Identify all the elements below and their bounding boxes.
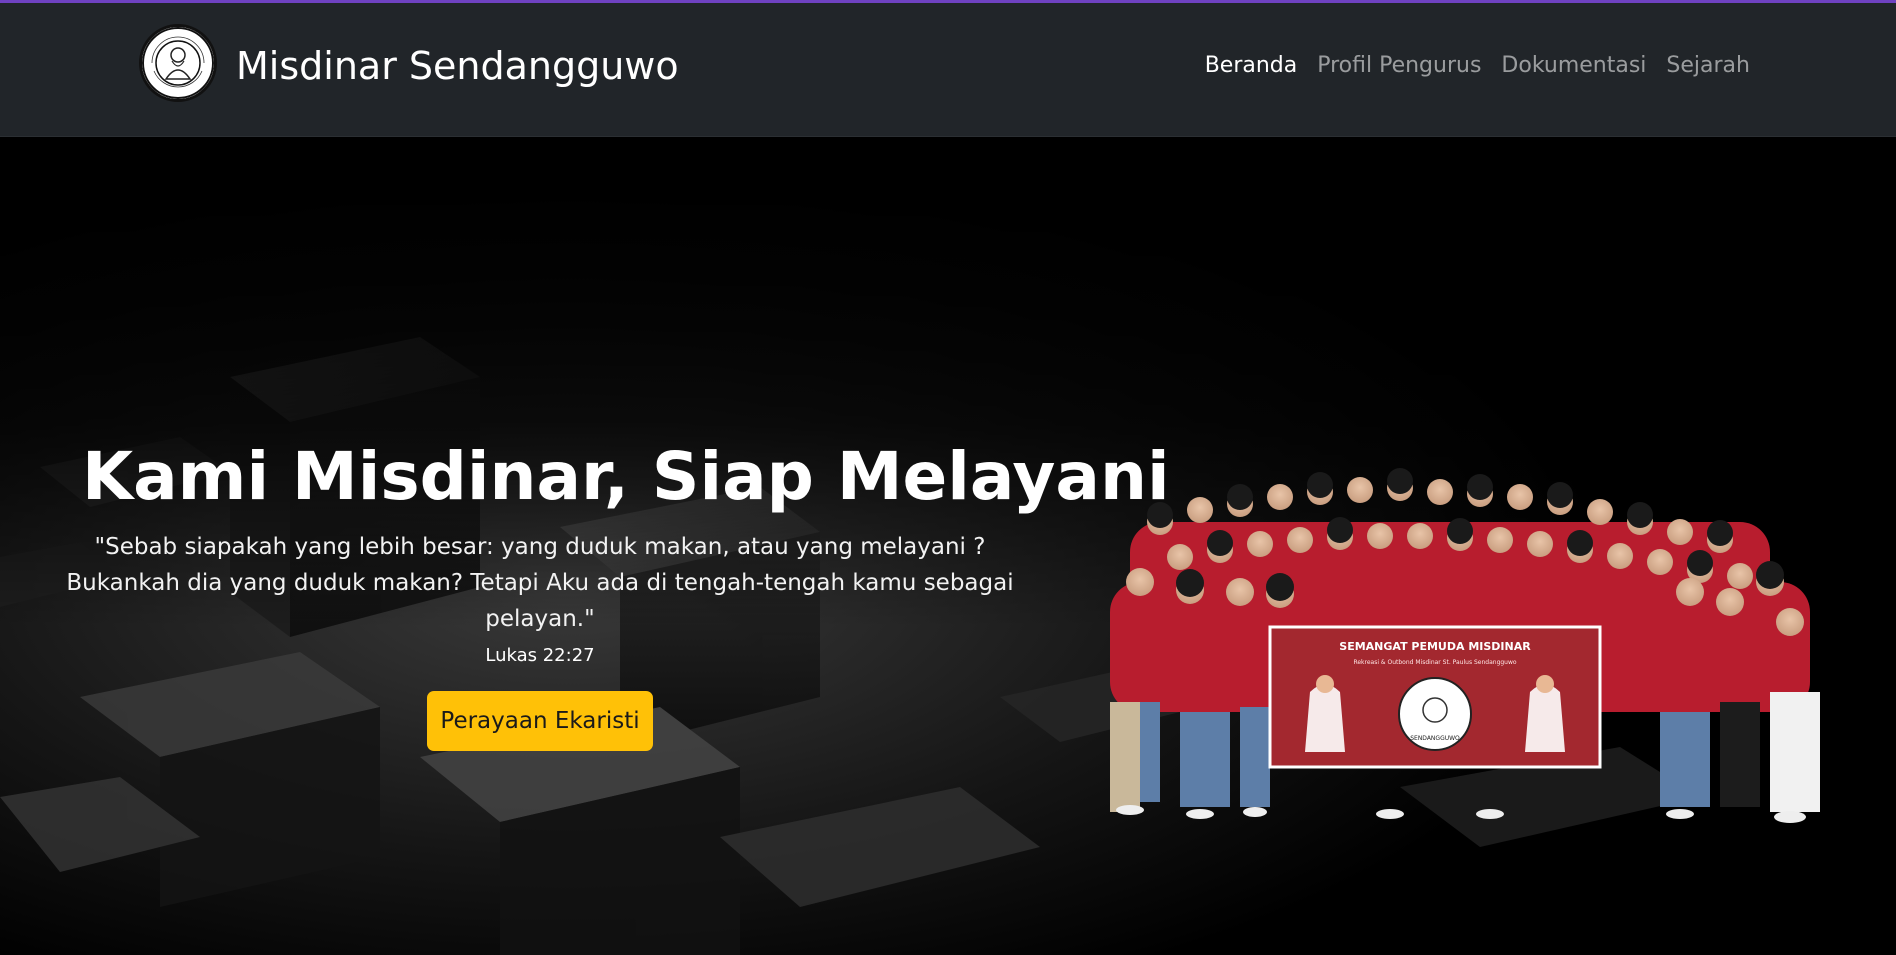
hero-quote-line-1: "Sebab siapakah yang lebih besar: yang d… <box>94 534 986 560</box>
perayaan-ekaristi-button[interactable]: Perayaan Ekaristi <box>427 691 653 751</box>
hero-reference: Lukas 22:27 <box>485 645 595 666</box>
banner-logo-text: SENDANGGUWO <box>1410 735 1460 742</box>
hero-quote: "Sebab siapakah yang lebih besar: yang d… <box>60 529 1020 637</box>
saint-logo-icon <box>142 27 214 99</box>
nav-links: Beranda Profil Pengurus Dokumentasi Seja… <box>1205 51 1750 81</box>
banner-subtitle: Rekreasi & Outbond Misdinar St. Paulus S… <box>1353 659 1516 666</box>
hero-quote-line-2: Bukankah dia yang duduk makan? Tetapi Ak… <box>66 570 1014 632</box>
hero-title: Kami Misdinar, Siap Melayani <box>82 438 1170 515</box>
hero-section: Kami Misdinar, Siap Melayani "Sebab siap… <box>0 137 1896 955</box>
brand-logo[interactable] <box>139 24 217 102</box>
nav-link-profil-pengurus[interactable]: Profil Pengurus <box>1317 51 1481 81</box>
nav-link-sejarah[interactable]: Sejarah <box>1666 51 1750 81</box>
banner-title: SEMANGAT PEMUDA MISDINAR <box>1339 640 1531 653</box>
nav-link-beranda[interactable]: Beranda <box>1205 51 1298 81</box>
group-photo-image: SEMANGAT PEMUDA MISDINAR Rekreasi & Outb… <box>1110 468 1820 823</box>
navbar: Misdinar Sendangguwo Beranda Profil Peng… <box>0 3 1896 137</box>
nav-link-dokumentasi[interactable]: Dokumentasi <box>1501 51 1646 81</box>
brand-title[interactable]: Misdinar Sendangguwo <box>236 43 679 89</box>
hero-text-block: Kami Misdinar, Siap Melayani "Sebab siap… <box>60 437 1170 751</box>
